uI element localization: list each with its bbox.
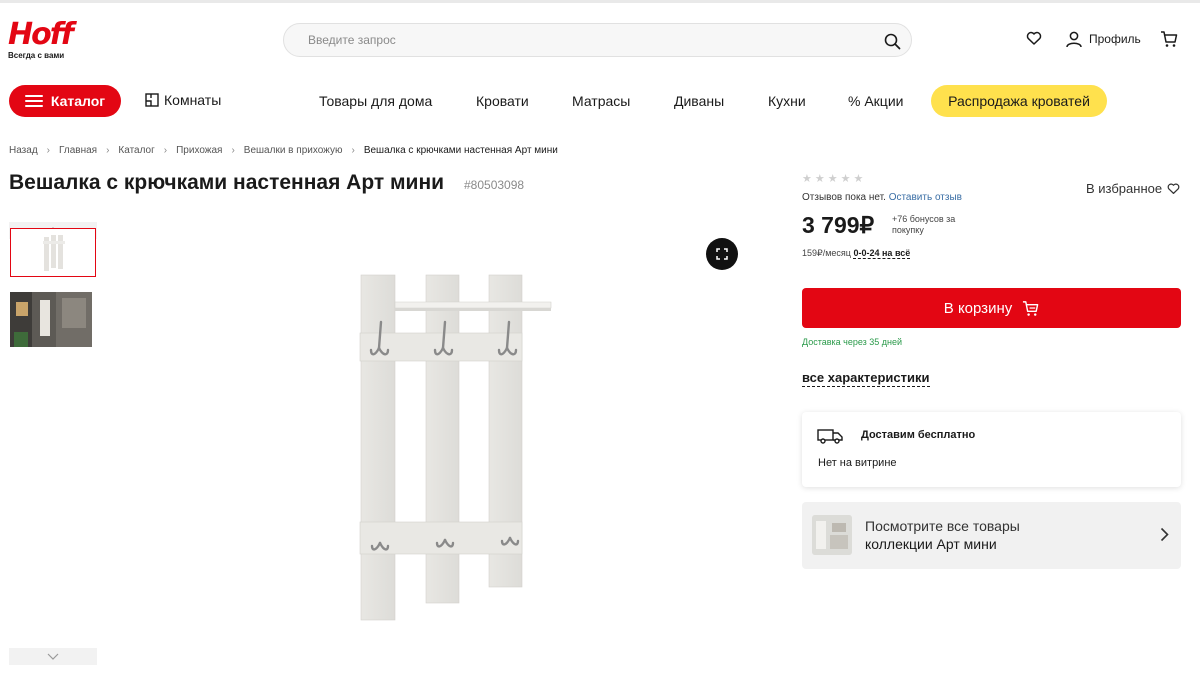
bed-sale-button[interactable]: Распродажа кроватей	[931, 85, 1107, 117]
delivery-estimate: Доставка через 35 дней	[802, 337, 903, 347]
cart-header-button[interactable]	[1160, 30, 1178, 53]
heart-icon	[1167, 183, 1180, 194]
nav-rooms[interactable]: Комнаты	[145, 92, 221, 108]
installment-info: 159₽/месяц 0-0-24 на всё	[802, 248, 911, 259]
top-divider	[0, 0, 1200, 3]
thumbnail-product[interactable]	[10, 228, 96, 277]
cart-icon	[1023, 300, 1039, 316]
logo-tagline: Всегда с вами	[8, 51, 65, 60]
all-specs-link[interactable]: все характеристики	[802, 370, 930, 387]
breadcrumb: Назад › Главная › Каталог › Прихожая › В…	[9, 145, 558, 156]
chevron-right-icon: ›	[46, 145, 50, 156]
nav-kitchens[interactable]: Кухни	[768, 93, 806, 109]
catalog-button[interactable]: Каталог	[9, 85, 121, 117]
reviews-text: Отзывов пока нет.	[802, 192, 886, 203]
installment-link[interactable]: 0-0-24 на всё	[853, 248, 911, 259]
page-title: Вешалка с крючками настенная Арт мини	[9, 171, 445, 194]
hoff-logo[interactable]: Hoff Всегда с вами	[8, 20, 78, 64]
delivery-card: Доставим бесплатно Нет на витрине	[802, 412, 1181, 487]
product-price: 3 799₽	[802, 212, 875, 238]
catalog-label: Каталог	[50, 93, 106, 109]
truck-icon	[817, 429, 843, 444]
profile-button[interactable]: Профиль	[1065, 30, 1141, 48]
breadcrumb-current: Вешалка с крючками настенная Арт мини	[363, 145, 558, 156]
nav-home-goods[interactable]: Товары для дома	[319, 93, 432, 109]
logo-word: Hoff	[8, 17, 74, 52]
collection-link-card[interactable]: Посмотрите все товары коллекции Арт мини	[802, 502, 1181, 569]
nav-mattresses[interactable]: Матрасы	[572, 93, 630, 109]
breadcrumb-back[interactable]: Назад	[9, 145, 38, 156]
chevron-right-icon: ›	[351, 145, 355, 156]
wall-hanger-image	[359, 274, 552, 621]
favorites-label: В избранное	[1086, 181, 1163, 196]
collection-thumbnail	[812, 515, 852, 555]
collection-line2: коллекции Арт мини	[865, 536, 997, 552]
hanger-thumbnail-image	[43, 235, 65, 271]
breadcrumb-catalog[interactable]: Каталог	[118, 145, 154, 156]
bed-sale-label: Распродажа кроватей	[948, 93, 1090, 109]
product-sku: #80503098	[464, 178, 525, 192]
search-bar	[283, 23, 912, 57]
thumbnail-interior[interactable]	[10, 292, 92, 347]
search-input[interactable]	[308, 33, 868, 47]
user-icon	[1066, 31, 1082, 48]
breadcrumb-hangers[interactable]: Вешалки в прихожую	[244, 145, 343, 156]
collection-line1: Посмотрите все товары	[865, 518, 1020, 534]
nav-promotions[interactable]: % Акции	[848, 93, 903, 109]
fullscreen-button[interactable]	[706, 238, 738, 270]
chevron-right-icon: ›	[231, 145, 235, 156]
add-to-cart-button[interactable]: В корзину	[802, 288, 1181, 328]
chevron-right-icon	[1160, 527, 1169, 542]
showcase-status: Нет на витрине	[818, 457, 897, 469]
rooms-icon	[145, 93, 159, 107]
leave-review-link[interactable]: Оставить отзыв	[889, 192, 962, 203]
breadcrumb-hallway[interactable]: Прихожая	[176, 145, 222, 156]
heart-icon	[1026, 31, 1042, 45]
reviews-info: Отзывов пока нет. Оставить отзыв	[802, 192, 962, 203]
chevron-down-icon	[47, 653, 59, 660]
collection-text: Посмотрите все товары коллекции Арт мини	[865, 517, 1020, 553]
search-button[interactable]	[881, 30, 903, 52]
chevron-right-icon: ›	[163, 145, 168, 156]
menu-icon	[24, 95, 43, 107]
free-delivery-label: Доставим бесплатно	[861, 429, 976, 441]
chevron-right-icon: ›	[106, 145, 110, 156]
cart-icon	[1161, 31, 1178, 47]
nav-beds[interactable]: Кровати	[476, 93, 529, 109]
bonus-info: +76 бонусов за покупку	[892, 214, 956, 235]
product-main-image[interactable]	[355, 270, 555, 625]
breadcrumb-home[interactable]: Главная	[59, 145, 97, 156]
profile-label: Профиль	[1089, 32, 1141, 46]
collection-room-image	[812, 515, 852, 555]
rooms-label: Комнаты	[164, 92, 222, 108]
rating-stars: ★★★★★	[802, 173, 867, 185]
nav-sofas[interactable]: Диваны	[674, 93, 724, 109]
favorites-header-button[interactable]	[1026, 30, 1042, 51]
search-icon	[884, 33, 900, 49]
expand-icon	[716, 248, 728, 260]
add-to-favorites-button[interactable]: В избранное	[1086, 181, 1180, 196]
thumbs-down-button[interactable]	[9, 648, 97, 665]
interior-thumbnail-image	[10, 292, 92, 347]
add-to-cart-label: В корзину	[943, 299, 1013, 317]
monthly-payment: 159₽/месяц	[802, 248, 851, 258]
